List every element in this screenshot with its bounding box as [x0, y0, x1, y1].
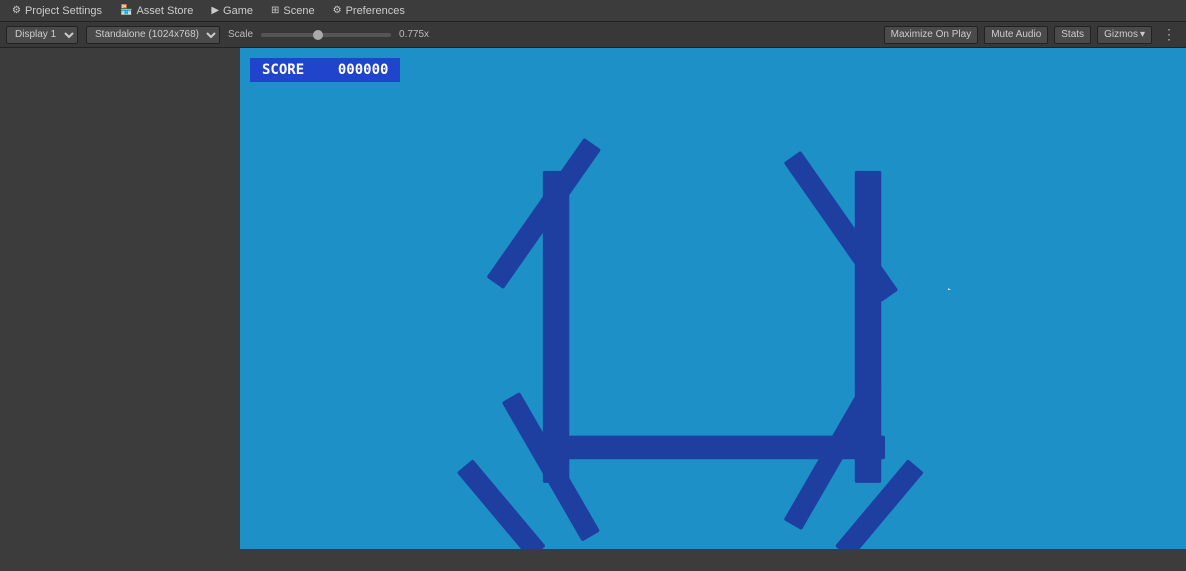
- resolution-select[interactable]: Standalone (1024x768): [86, 26, 220, 44]
- game-toolbar: Display 1 Standalone (1024x768) Scale 0.…: [0, 22, 1186, 48]
- menu-preferences[interactable]: ⚙ Preferences: [325, 1, 413, 21]
- menu-scene[interactable]: ⊞ Scene: [263, 1, 323, 21]
- mute-audio-button[interactable]: Mute Audio: [984, 26, 1048, 44]
- game-viewport: SCORE 000000: [240, 48, 1186, 549]
- toolbar-right: Maximize On Play Mute Audio Stats Gizmos…: [884, 26, 1180, 44]
- menu-project-settings[interactable]: ⚙ Project Settings: [4, 1, 110, 21]
- scale-label: Scale: [228, 29, 253, 40]
- scale-value: 0.775x: [399, 29, 429, 40]
- more-options-button[interactable]: ⋮: [1158, 26, 1180, 43]
- menu-game[interactable]: ▶ Game: [203, 1, 261, 21]
- gizmos-button[interactable]: Gizmos ▾: [1097, 26, 1152, 44]
- pinball-svg: [240, 48, 1186, 549]
- scene-icon: ⊞: [271, 5, 279, 16]
- scale-slider[interactable]: [261, 33, 391, 37]
- left-panel: [0, 48, 240, 549]
- menu-bar: ⚙ Project Settings 🏪 Asset Store ▶ Game …: [0, 0, 1186, 22]
- chevron-down-icon: ▾: [1140, 29, 1145, 40]
- stats-button[interactable]: Stats: [1054, 26, 1091, 44]
- display-select[interactable]: Display 1: [6, 26, 78, 44]
- maximize-on-play-button[interactable]: Maximize On Play: [884, 26, 979, 44]
- menu-asset-store[interactable]: 🏪 Asset Store: [112, 1, 201, 21]
- main-area: SCORE 000000: [0, 48, 1186, 549]
- store-icon: 🏪: [120, 5, 132, 16]
- game-icon: ▶: [211, 5, 219, 16]
- gear-icon: ⚙: [12, 5, 21, 16]
- prefs-icon: ⚙: [333, 5, 342, 16]
